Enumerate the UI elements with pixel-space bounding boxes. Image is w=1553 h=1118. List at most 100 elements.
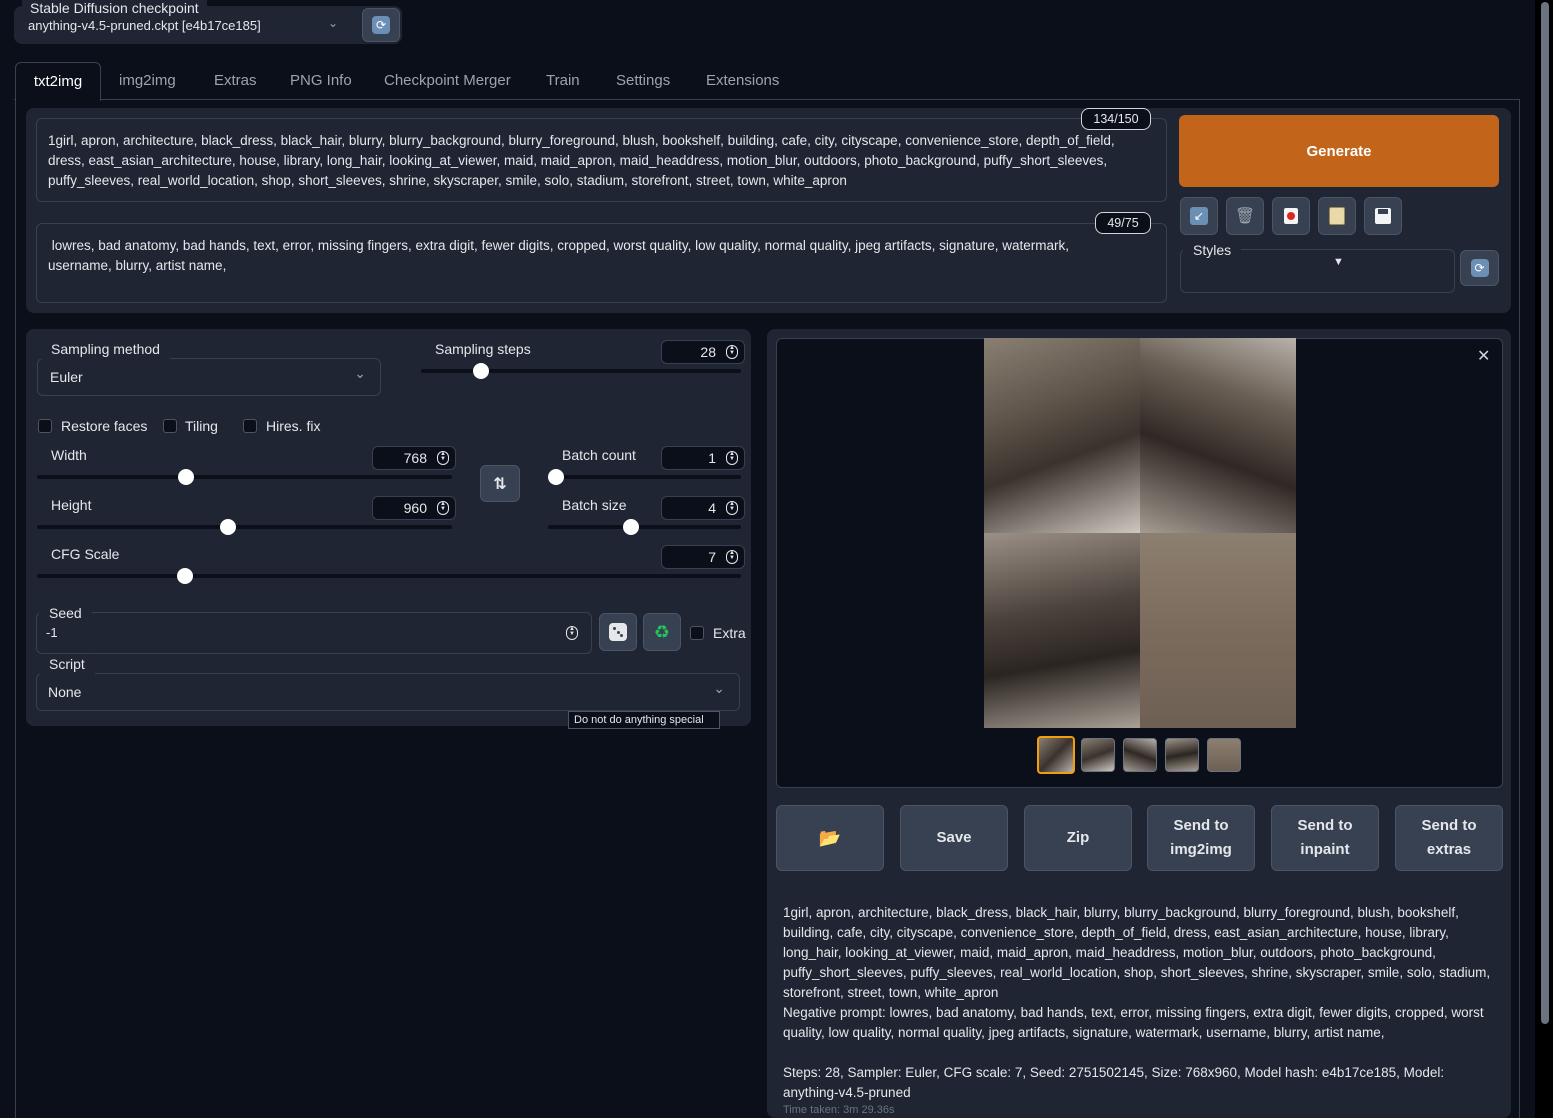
sampling-steps-track[interactable] [421,369,741,373]
thumbnail-2[interactable] [1123,738,1157,772]
sampling-method-label: Sampling method [41,339,170,359]
prompt-token-counter: 134/150 [1081,108,1151,130]
extra-networks-button[interactable] [1272,197,1310,235]
seed-input[interactable]: -1 ▲ ▼ [38,622,588,646]
tab-png-info[interactable]: PNG Info [290,62,352,100]
apply-style-button[interactable] [1318,197,1356,235]
image-tile-2 [1140,338,1296,533]
tab-extras[interactable]: Extras [214,62,257,100]
script-tooltip: Do not do anything special [568,711,720,729]
negative-prompt-textarea[interactable]: lowres, bad anatomy, bad hands, text, er… [36,223,1167,303]
batch-count-track[interactable] [548,475,741,479]
cfg-scale-value: 7 [708,549,716,565]
refresh-icon: ⟳ [1470,259,1489,277]
tab-extensions[interactable]: Extensions [706,62,779,100]
script-dropdown[interactable]: None ⌄ [36,673,740,711]
batch-count-value: 1 [708,450,716,466]
arrow-in-icon: ↙ [1190,207,1208,225]
save-label: Save [936,829,972,846]
clear-prompt-button[interactable]: 🗑 [1226,197,1264,235]
save-style-button[interactable] [1364,197,1402,235]
spinner-icon: ▲ ▼ [726,345,738,359]
caret-down-icon: ▼ [1333,256,1344,268]
width-value: 768 [403,450,427,466]
generate-label: Generate [1306,142,1372,160]
thumbnail-1[interactable] [1081,738,1115,772]
height-input[interactable]: 960 ▲ ▼ [372,496,456,520]
send-to-extras-label: Send to extras [1421,817,1477,858]
tab-checkpoint-merger[interactable]: Checkpoint Merger [384,62,511,100]
info-prompt: 1girl, apron, architecture, black_dress,… [783,905,1491,1000]
send-to-inpaint-button[interactable]: Send to inpaint [1271,805,1379,871]
height-label: Height [41,495,102,515]
tiling-label: Tiling [185,418,218,434]
spinner-icon: ▲ ▼ [437,451,449,465]
cfg-scale-input[interactable]: 7 ▲ ▼ [661,545,745,569]
send-to-inpaint-label: Send to inpaint [1297,817,1353,858]
sampling-method-dropdown[interactable]: Euler ⌄ [37,358,381,396]
thumbnail-grid[interactable] [1037,736,1075,774]
width-input[interactable]: 768 ▲ ▼ [372,446,456,470]
send-to-extras-button[interactable]: Send to extras [1395,805,1503,871]
open-folder-button[interactable]: 📂 [776,805,884,871]
thumbnail-4[interactable] [1207,738,1241,772]
zip-button[interactable]: Zip [1024,805,1132,871]
height-thumb[interactable] [219,519,236,535]
tab-settings[interactable]: Settings [616,62,670,100]
refresh-checkpoint-button[interactable]: ⟳ [362,8,400,42]
extra-seed-checkbox[interactable] [690,626,704,640]
styles-label: Styles [1183,240,1242,260]
cfg-scale-track[interactable] [37,574,741,578]
seed-label: Seed [39,603,92,623]
info-parameters: Steps: 28, Sampler: Euler, CFG scale: 7,… [783,1065,1445,1100]
tab-label: txt2img [33,73,83,90]
swap-arrows-icon: ⇅ [493,475,507,493]
save-button[interactable]: Save [900,805,1008,871]
sampling-steps-thumb[interactable] [472,363,489,379]
red-dot-icon [1284,208,1298,224]
image-tile-4 [1140,533,1296,728]
image-tile-1 [984,338,1140,533]
hires-fix-checkbox[interactable] [243,419,257,433]
info-time-taken: Time taken: 3m 29.36s [783,1104,895,1116]
generate-button[interactable]: Generate [1179,115,1499,187]
refresh-styles-button[interactable]: ⟳ [1460,250,1499,286]
swap-dimensions-button[interactable]: ⇅ [480,465,520,502]
reuse-seed-button[interactable]: ♻ [643,613,681,651]
tab-txt2img[interactable]: txt2img [15,62,101,101]
prompt-text: 1girl, apron, architecture, black_dress,… [48,133,1115,188]
checkpoint-dropdown[interactable]: anything-v4.5-pruned.ckpt [e4b17ce185] ⌄ [16,10,350,42]
negative-token-counter: 49/75 [1095,212,1151,234]
floppy-disk-icon [1375,208,1391,224]
preview-image[interactable] [984,338,1296,728]
read-params-button[interactable]: ↙ [1180,197,1218,235]
batch-size-input[interactable]: 4 ▲ ▼ [661,496,745,520]
thumbnail-3[interactable] [1165,738,1199,772]
cfg-scale-thumb[interactable] [176,568,193,584]
close-icon[interactable]: ✕ [1477,346,1490,366]
send-to-img2img-button[interactable]: Send to img2img [1147,805,1255,871]
script-label: Script [39,654,95,674]
tab-img2img[interactable]: img2img [119,62,176,100]
batch-count-input[interactable]: 1 ▲ ▼ [661,446,745,470]
width-track[interactable] [37,475,452,479]
batch-size-value: 4 [708,500,716,516]
sampling-steps-input[interactable]: 28 ▲ ▼ [661,340,745,364]
tab-content-border-left [15,99,16,1118]
restore-faces-checkbox[interactable] [38,419,52,433]
restore-faces-label: Restore faces [61,418,148,434]
random-seed-button[interactable] [599,613,637,651]
generation-info: 1girl, apron, architecture, black_dress,… [783,903,1499,1117]
send-to-img2img-label: Send to img2img [1170,817,1232,858]
scrollbar-thumb[interactable] [1541,2,1549,1024]
batch-size-thumb[interactable] [622,519,639,535]
clipboard-icon [1329,207,1345,225]
dice-icon [609,623,627,641]
height-track[interactable] [37,525,452,529]
batch-count-thumb[interactable] [548,469,564,485]
cfg-scale-label: CFG Scale [41,544,130,564]
prompt-textarea[interactable]: 1girl, apron, architecture, black_dress,… [36,118,1167,202]
tiling-checkbox[interactable] [163,419,177,433]
tab-train[interactable]: Train [546,62,580,100]
batch-size-track[interactable] [548,525,741,529]
